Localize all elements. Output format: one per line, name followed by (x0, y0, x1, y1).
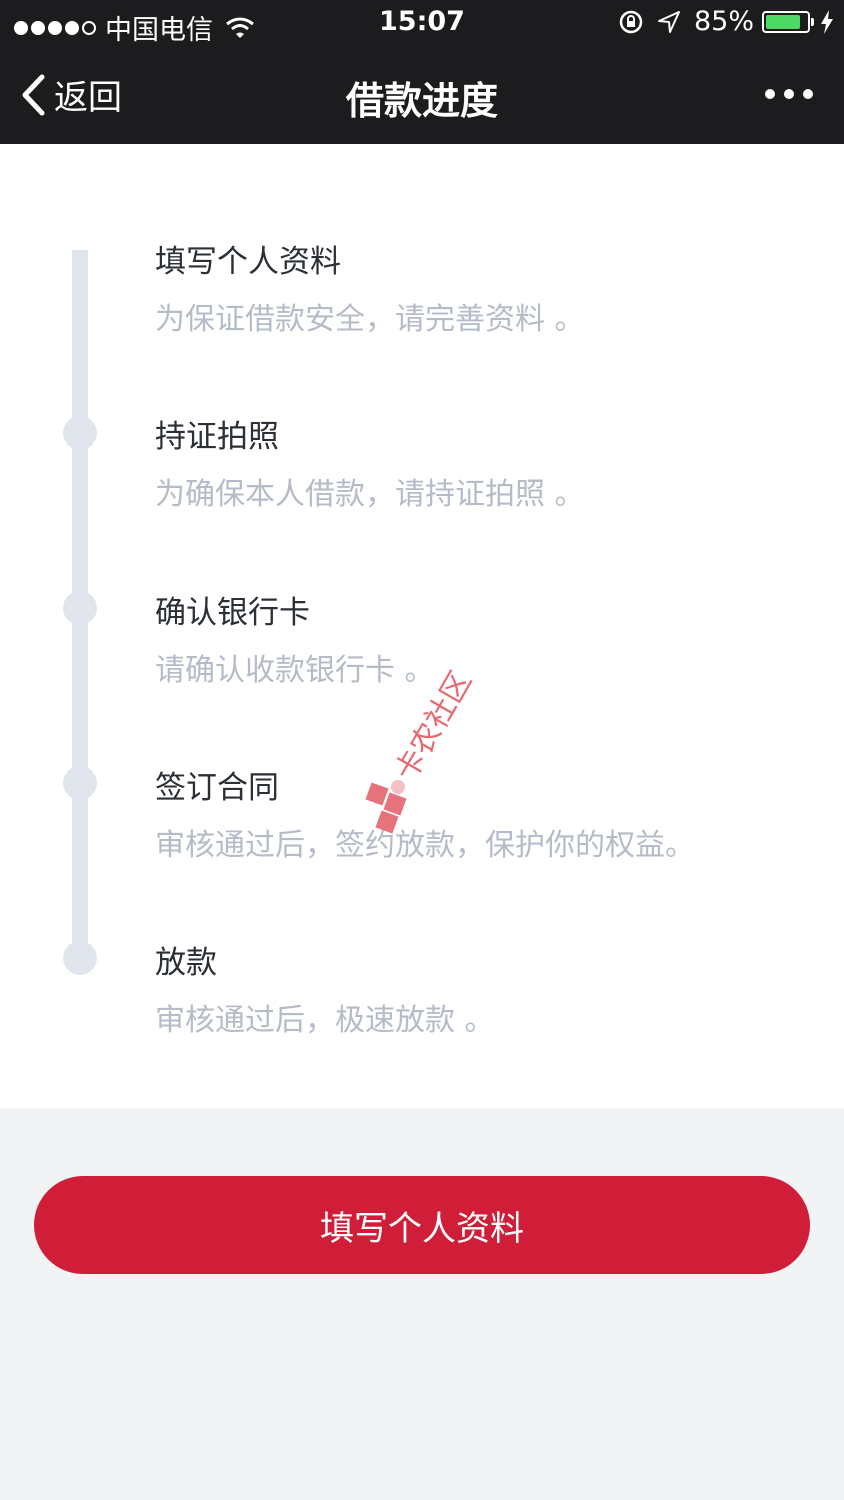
progress-panel: 填写个人资料 为保证借款安全，请完善资料 。 持证拍照 为确保本人借款，请持证拍… (0, 144, 844, 1108)
timeline-dot (63, 766, 97, 800)
step-description: 为确保本人借款，请持证拍照 。 (155, 477, 585, 512)
more-dots-icon[interactable] (764, 84, 814, 104)
navigation-bar: 返回 借款进度 (0, 48, 844, 144)
battery-icon (762, 10, 810, 33)
battery-level-fill (766, 14, 800, 29)
charging-bolt-icon (821, 9, 833, 34)
page-title: 借款进度 (345, 79, 498, 123)
step-title: 签订合同 (155, 770, 279, 806)
timeline-dot (63, 941, 97, 975)
timeline-dot (63, 416, 97, 450)
fill-personal-info-button[interactable]: 填写个人资料 (34, 1176, 810, 1274)
location-arrow-icon (657, 10, 680, 33)
orientation-lock-icon (619, 10, 643, 33)
battery-cap (811, 17, 814, 26)
status-bar: 中国电信 15:07 85% (0, 0, 844, 48)
watermark-logo: 卡农社区 (365, 666, 479, 834)
watermark-text: 卡农社区 (389, 666, 479, 787)
timeline-dot (63, 591, 97, 625)
step-title: 确认银行卡 (155, 595, 310, 631)
battery-percent: 85% (693, 6, 754, 37)
status-right-group: 85% (618, 6, 834, 37)
step-title: 填写个人资料 (155, 244, 341, 280)
step-description: 审核通过后，极速放款 。 (155, 1003, 495, 1038)
step-title: 持证拍照 (155, 419, 279, 455)
step-title: 放款 (155, 945, 217, 981)
step-description: 为保证借款安全，请完善资料 。 (155, 302, 585, 337)
